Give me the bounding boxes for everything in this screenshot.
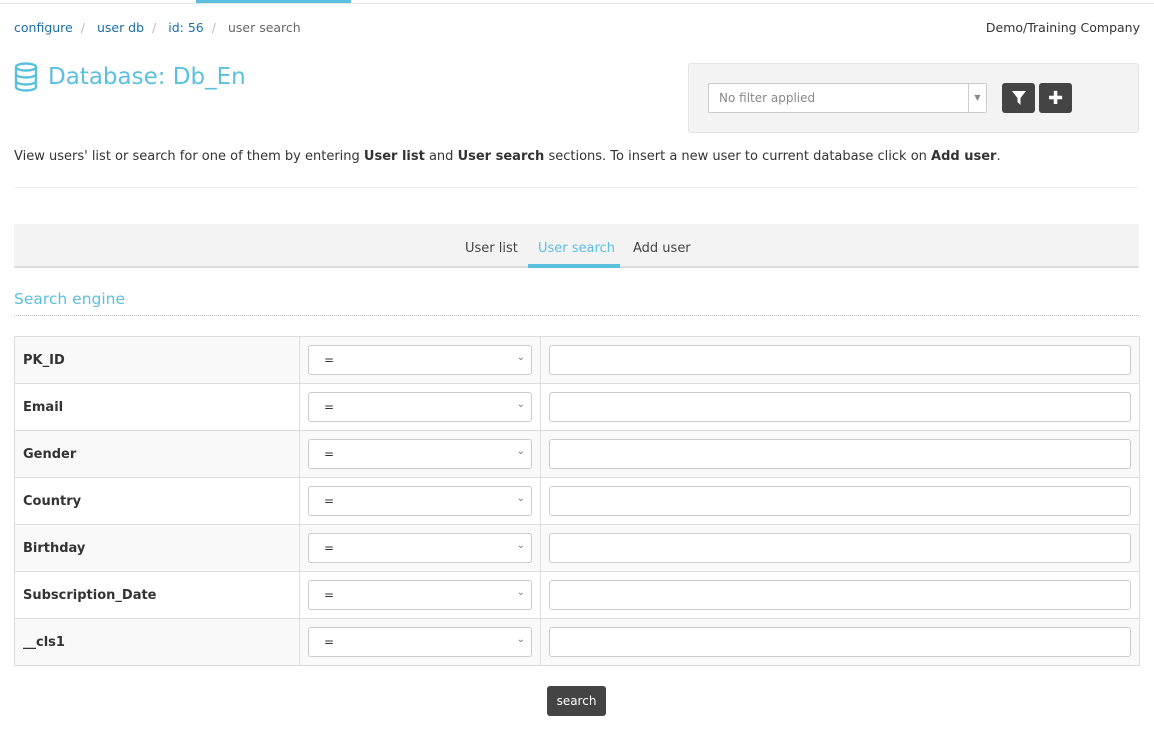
search-row: __cls1 = ⌄ — [14, 618, 1140, 666]
value-input[interactable] — [549, 627, 1131, 657]
search-row: Birthday = ⌄ — [14, 524, 1140, 572]
chevron-down-icon: ⌄ — [516, 446, 525, 457]
operator-value: = — [324, 353, 335, 367]
operator-value: = — [324, 447, 335, 461]
add-filter-button[interactable]: ✚ — [1039, 83, 1072, 113]
field-label: Email — [14, 383, 300, 431]
operator-value: = — [324, 635, 335, 649]
section-divider — [14, 315, 1139, 316]
active-nav-indicator — [196, 0, 351, 3]
top-border — [0, 3, 1154, 4]
chevron-down-icon: ⌄ — [516, 587, 525, 598]
search-button[interactable]: search — [547, 686, 606, 716]
filter-placeholder: No filter applied — [719, 91, 816, 105]
operator-select[interactable]: = ⌄ — [308, 580, 532, 610]
operator-select[interactable]: = ⌄ — [308, 439, 532, 469]
operator-select[interactable]: = ⌄ — [308, 345, 532, 375]
value-input[interactable] — [549, 392, 1131, 422]
field-label: PK_ID — [14, 336, 300, 384]
database-icon — [14, 62, 38, 92]
tab-user-search[interactable]: User search — [538, 241, 615, 256]
operator-value: = — [324, 400, 335, 414]
divider — [14, 187, 1139, 188]
search-row: Email = ⌄ — [14, 383, 1140, 431]
field-label: Birthday — [14, 524, 300, 572]
dropdown-arrow-icon: ▼ — [968, 84, 986, 112]
field-label: Subscription_Date — [14, 571, 300, 619]
field-label: __cls1 — [14, 618, 300, 666]
search-row: PK_ID = ⌄ — [14, 336, 1140, 384]
search-row: Country = ⌄ — [14, 477, 1140, 525]
value-input[interactable] — [549, 486, 1131, 516]
company-name: Demo/Training Company — [985, 20, 1140, 35]
search-row: Gender = ⌄ — [14, 430, 1140, 478]
filter-icon — [1011, 91, 1026, 105]
page-title: Database: Db_En — [14, 62, 246, 92]
field-label: Country — [14, 477, 300, 525]
operator-value: = — [324, 494, 335, 508]
breadcrumb-configure[interactable]: configure — [14, 20, 73, 35]
operator-select[interactable]: = ⌄ — [308, 533, 532, 563]
operator-select[interactable]: = ⌄ — [308, 392, 532, 422]
breadcrumb-id[interactable]: id: 56 — [168, 20, 204, 35]
chevron-down-icon: ⌄ — [516, 352, 525, 363]
chevron-down-icon: ⌄ — [516, 540, 525, 551]
operator-select[interactable]: = ⌄ — [308, 486, 532, 516]
section-title: Search engine — [14, 290, 126, 308]
plus-icon: ✚ — [1047, 87, 1064, 109]
breadcrumb: configure / user db / id: 56/ user search — [14, 20, 301, 35]
search-form-table: PK_ID = ⌄ Email = ⌄ Gender = ⌄ Country = ⌄ B… — [14, 336, 1140, 666]
tab-user-list[interactable]: User list — [465, 241, 518, 256]
field-label: Gender — [14, 430, 300, 478]
chevron-down-icon: ⌄ — [516, 399, 525, 410]
chevron-down-icon: ⌄ — [516, 493, 525, 504]
operator-select[interactable]: = ⌄ — [308, 627, 532, 657]
tab-add-user[interactable]: Add user — [633, 241, 691, 256]
operator-value: = — [324, 588, 335, 602]
filter-select[interactable]: No filter applied ▼ — [708, 83, 987, 113]
value-input[interactable] — [549, 533, 1131, 563]
page-title-text: Database: Db_En — [48, 64, 246, 90]
tab-bar: User list User search Add user — [14, 224, 1139, 268]
chevron-down-icon: ⌄ — [516, 634, 525, 645]
breadcrumb-current: user search — [227, 20, 301, 35]
operator-value: = — [324, 541, 335, 555]
breadcrumb-user-db[interactable]: user db — [97, 20, 144, 35]
value-input[interactable] — [549, 345, 1131, 375]
page-description: View users' list or search for one of th… — [14, 149, 1001, 164]
filter-panel: No filter applied ▼ ✚ — [688, 63, 1139, 133]
value-input[interactable] — [549, 439, 1131, 469]
value-input[interactable] — [549, 580, 1131, 610]
filter-button[interactable] — [1002, 83, 1035, 113]
search-row: Subscription_Date = ⌄ — [14, 571, 1140, 619]
active-tab-indicator — [528, 264, 620, 268]
